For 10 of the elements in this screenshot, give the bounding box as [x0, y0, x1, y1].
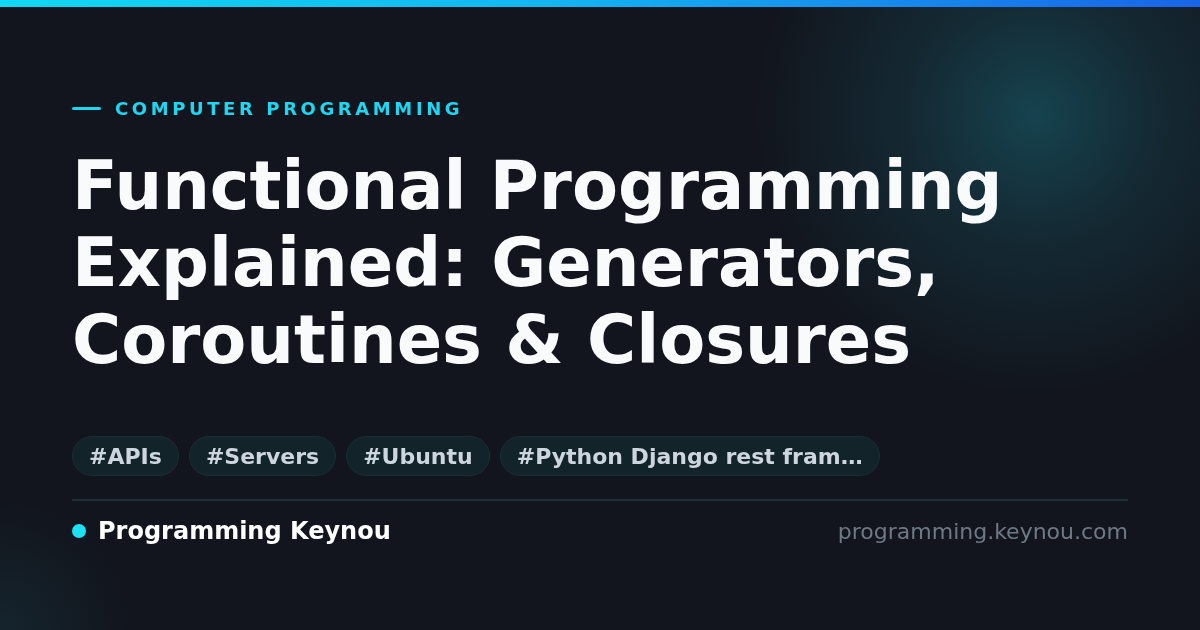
dot-icon — [72, 524, 86, 538]
tag-chip: #Servers — [188, 436, 337, 476]
site-url: programming.keynou.com — [837, 518, 1128, 544]
tag-chip: #Ubuntu — [346, 436, 490, 476]
dash-icon — [72, 106, 101, 110]
tag-chip: #Python Django rest fram… — [499, 436, 880, 476]
category-label: COMPUTER PROGRAMMING — [115, 97, 464, 119]
tag-chip: #APIs — [72, 436, 179, 476]
brand-name: Programming Keynou — [98, 517, 391, 545]
article-title: Functional Programming Explained: Generators, Coroutines & Closures — [72, 148, 1004, 379]
